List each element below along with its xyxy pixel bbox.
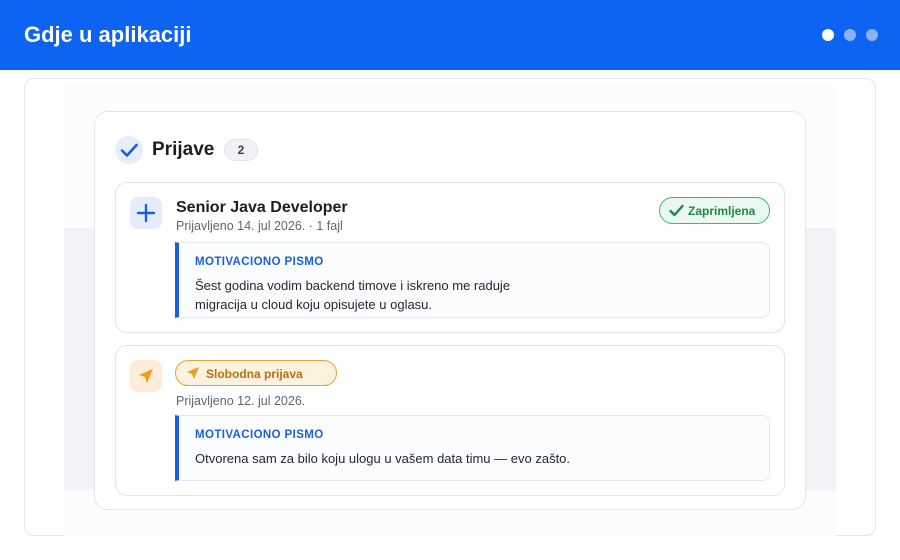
send-icon	[130, 360, 162, 392]
plus-icon	[130, 197, 162, 229]
cover-letter-label: MOTIVACIONO PISMO	[195, 429, 324, 441]
application-meta: Prijavljeno 14. jul 2026. · 1 fajl	[176, 219, 343, 233]
cover-letter-text: Otvorena sam za bilo koju ulogu u vašem …	[195, 449, 755, 468]
top-header: Gdje u aplikaciji	[0, 0, 900, 70]
free-application-label: Slobodna prijava	[206, 367, 303, 381]
free-application-badge: Slobodna prijava	[175, 360, 337, 386]
panel-title: Prijave	[152, 139, 215, 160]
check-icon	[669, 204, 684, 217]
cover-letter-line: Šest godina vodim backend timove i iskre…	[195, 278, 511, 293]
cover-letter-text: Šest godina vodim backend timove i iskre…	[195, 276, 755, 314]
carousel-dot-active[interactable]	[822, 29, 834, 41]
check-icon	[115, 136, 143, 164]
count-badge: 2	[224, 139, 258, 161]
carousel-dot[interactable]	[844, 29, 856, 41]
job-title[interactable]: Senior Java Developer	[176, 199, 348, 217]
cover-letter-label: MOTIVACIONO PISMO	[195, 256, 324, 268]
send-icon	[187, 367, 199, 379]
cover-letter-line: migracija u cloud koju opisujete u oglas…	[195, 297, 433, 312]
application-meta: Prijavljeno 12. jul 2026.	[176, 394, 306, 408]
status-label: Zaprimljena	[688, 204, 756, 218]
header-title: Gdje u aplikaciji	[24, 22, 192, 47]
carousel-dot[interactable]	[866, 29, 878, 41]
cover-letter: MOTIVACIONO PISMO Otvorena sam za bilo k…	[175, 415, 770, 481]
status-badge: Zaprimljena	[659, 197, 770, 224]
cover-letter: MOTIVACIONO PISMO Šest godina vodim back…	[175, 242, 770, 318]
cover-letter-line: Otvorena sam za bilo koju ulogu u vašem …	[195, 451, 571, 466]
